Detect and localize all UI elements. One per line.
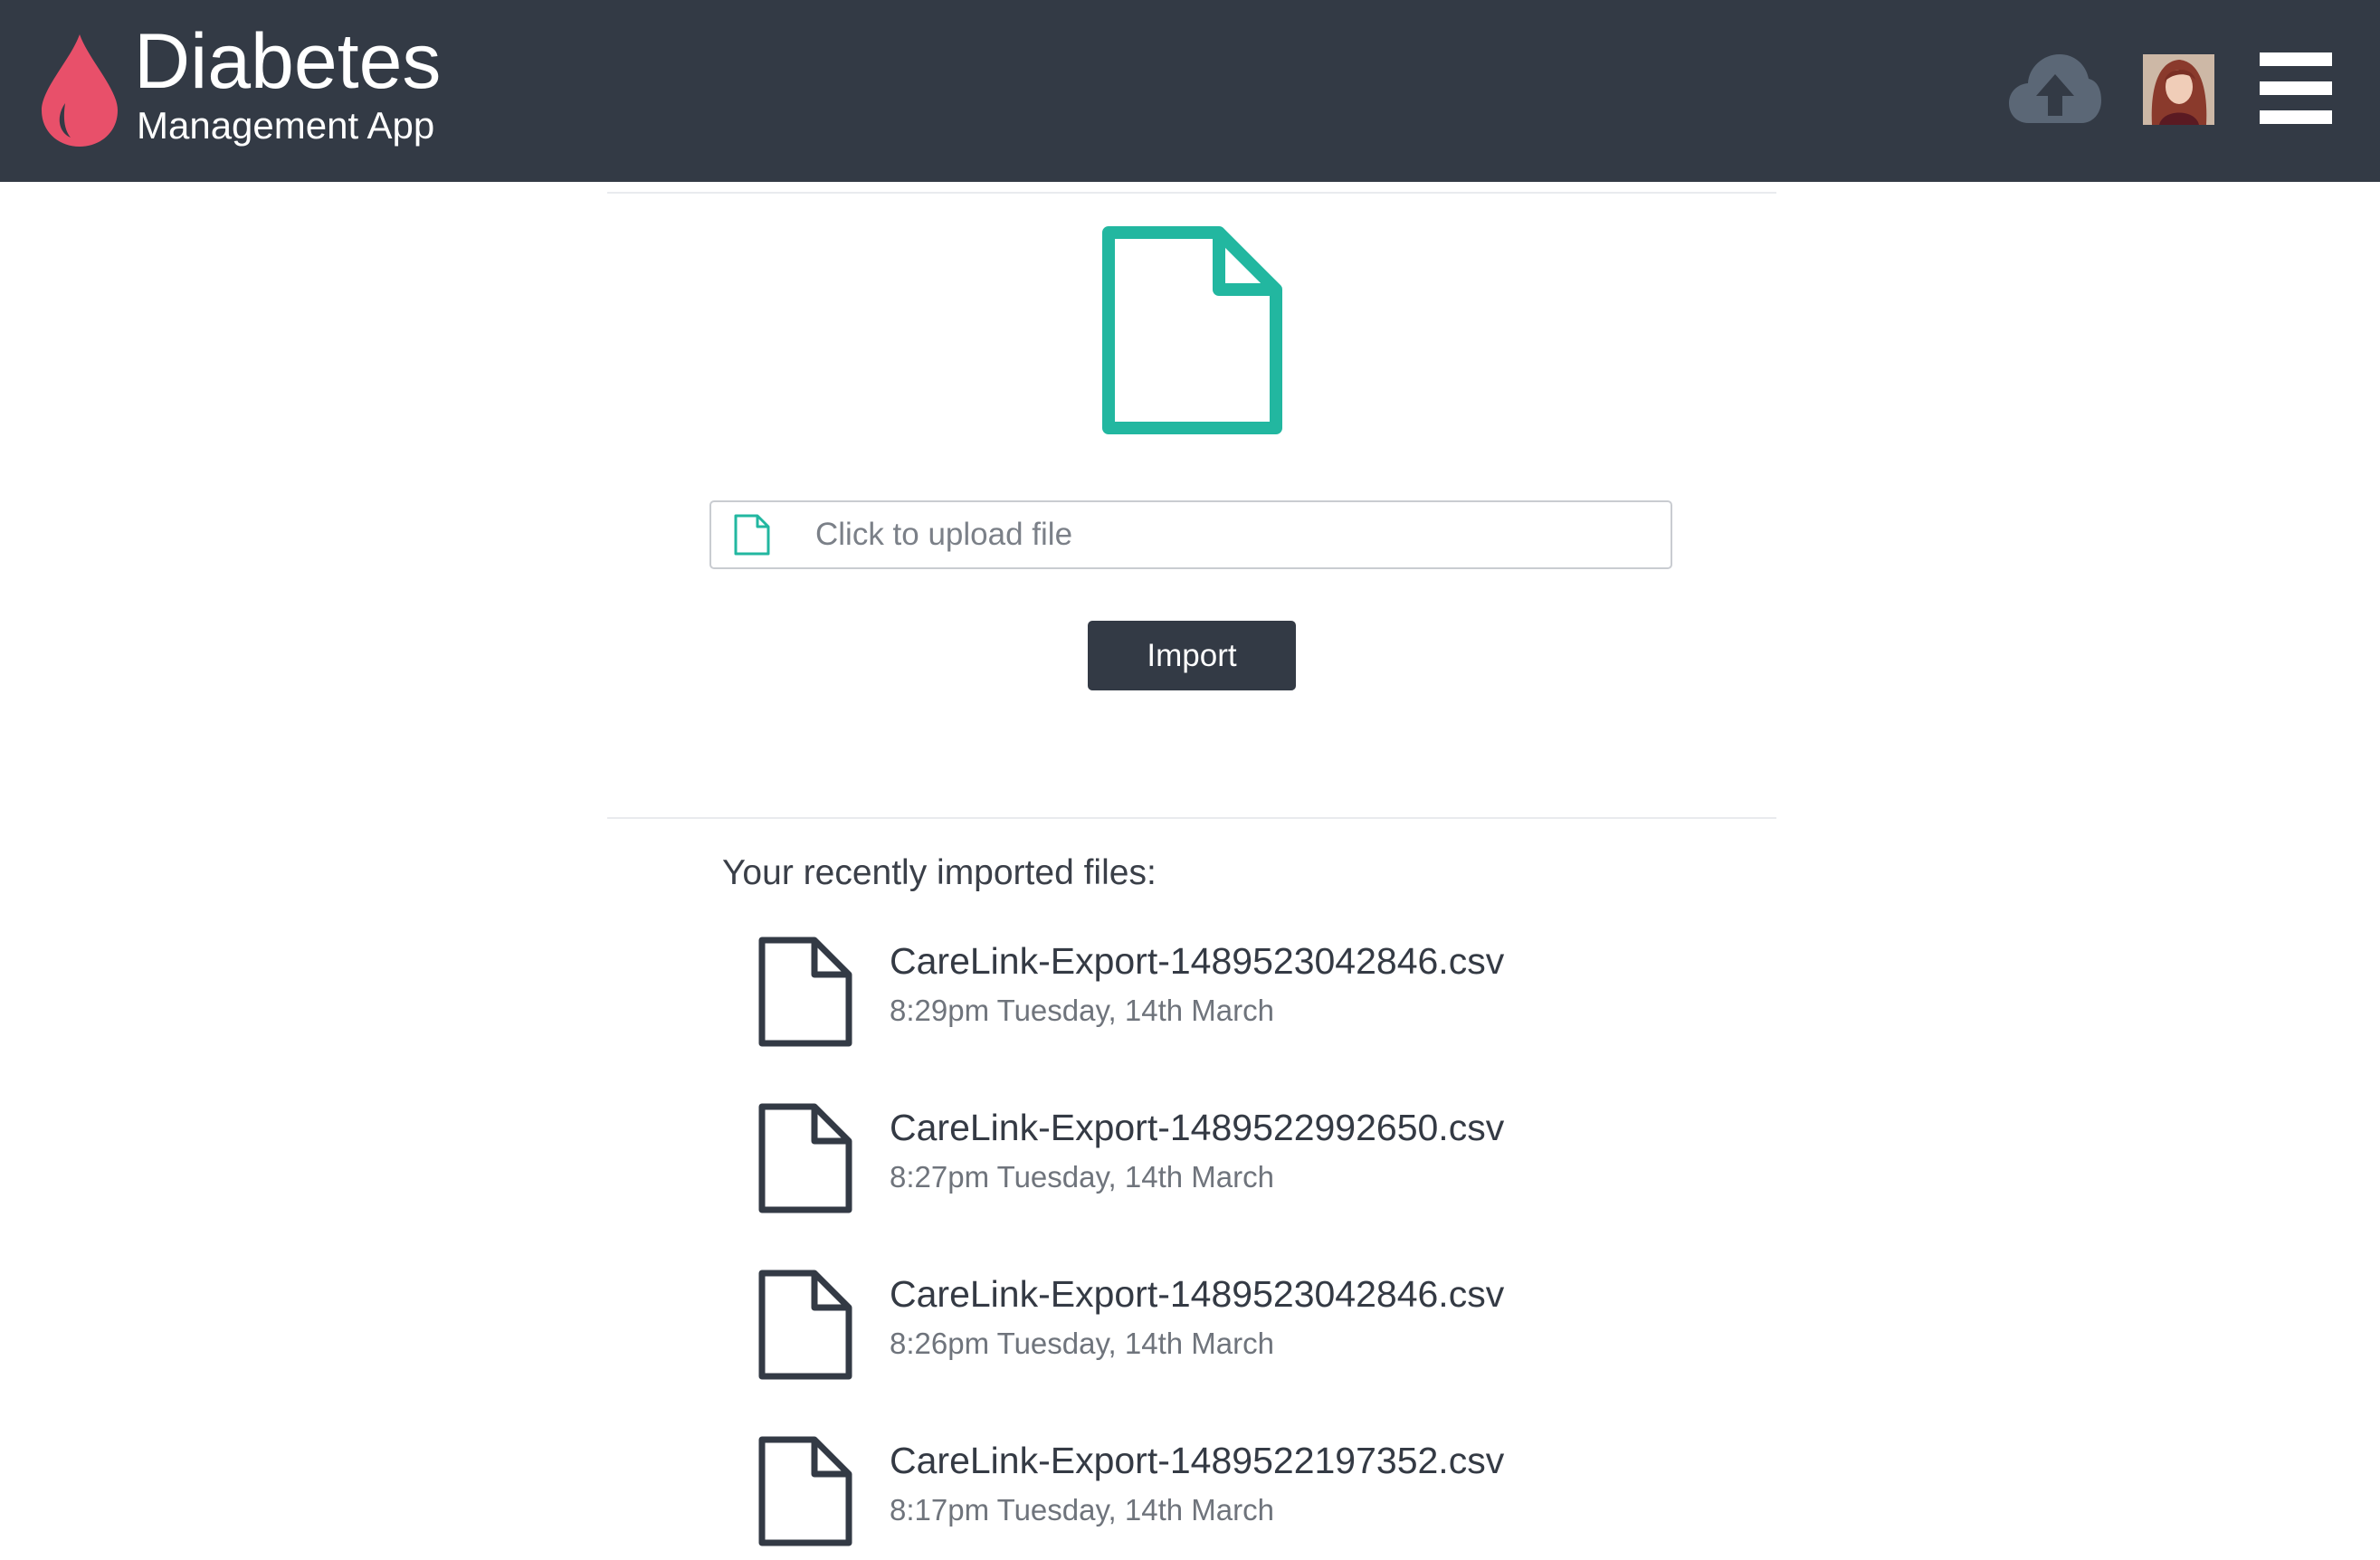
file-name: CareLink-Export-1489523042846.csv: [890, 1273, 1505, 1315]
app-subtitle: Management App: [137, 104, 435, 147]
menu-bar: [2260, 110, 2332, 124]
avatar-image: [2143, 54, 2214, 125]
file-name: CareLink-Export-1489523042846.csv: [890, 940, 1505, 982]
file-icon: [758, 1270, 852, 1380]
cloud-upload-icon[interactable]: [2007, 51, 2103, 127]
file-icon: [734, 514, 770, 556]
user-avatar[interactable]: [2143, 54, 2214, 125]
recent-file-item[interactable]: CareLink-Export-1489523042846.csv 8:29pm…: [758, 937, 1573, 1054]
import-button[interactable]: Import: [1088, 621, 1296, 690]
file-icon: [758, 1103, 852, 1213]
app-title: Diabetes: [134, 18, 442, 105]
recent-file-item[interactable]: CareLink-Export-1489522992650.csv 8:27pm…: [758, 1103, 1573, 1221]
file-icon: [758, 1436, 852, 1546]
upload-placeholder: Click to upload file: [815, 517, 1073, 552]
menu-bar: [2260, 52, 2332, 66]
file-date: 8:27pm Tuesday, 14th March: [890, 1160, 1274, 1194]
top-divider: [607, 192, 1776, 194]
file-name: CareLink-Export-1489522992650.csv: [890, 1107, 1505, 1148]
recent-files-heading: Your recently imported files:: [722, 853, 1157, 892]
section-divider: [607, 817, 1776, 819]
file-date: 8:17pm Tuesday, 14th March: [890, 1493, 1274, 1527]
recent-file-item[interactable]: CareLink-Export-1489522197352.csv 8:17pm…: [758, 1436, 1573, 1554]
recent-file-item[interactable]: CareLink-Export-1489523042846.csv 8:26pm…: [758, 1270, 1573, 1387]
hamburger-menu-icon[interactable]: [2260, 52, 2332, 125]
file-icon: [758, 937, 852, 1047]
upload-file-input[interactable]: Click to upload file: [709, 500, 1672, 569]
file-date: 8:26pm Tuesday, 14th March: [890, 1327, 1274, 1360]
blood-drop-logo-icon: [42, 34, 118, 147]
file-name: CareLink-Export-1489522197352.csv: [890, 1440, 1505, 1481]
file-date: 8:29pm Tuesday, 14th March: [890, 994, 1274, 1027]
app-header: Diabetes Management App: [0, 0, 2380, 182]
menu-bar: [2260, 81, 2332, 95]
file-icon: [1102, 226, 1282, 434]
